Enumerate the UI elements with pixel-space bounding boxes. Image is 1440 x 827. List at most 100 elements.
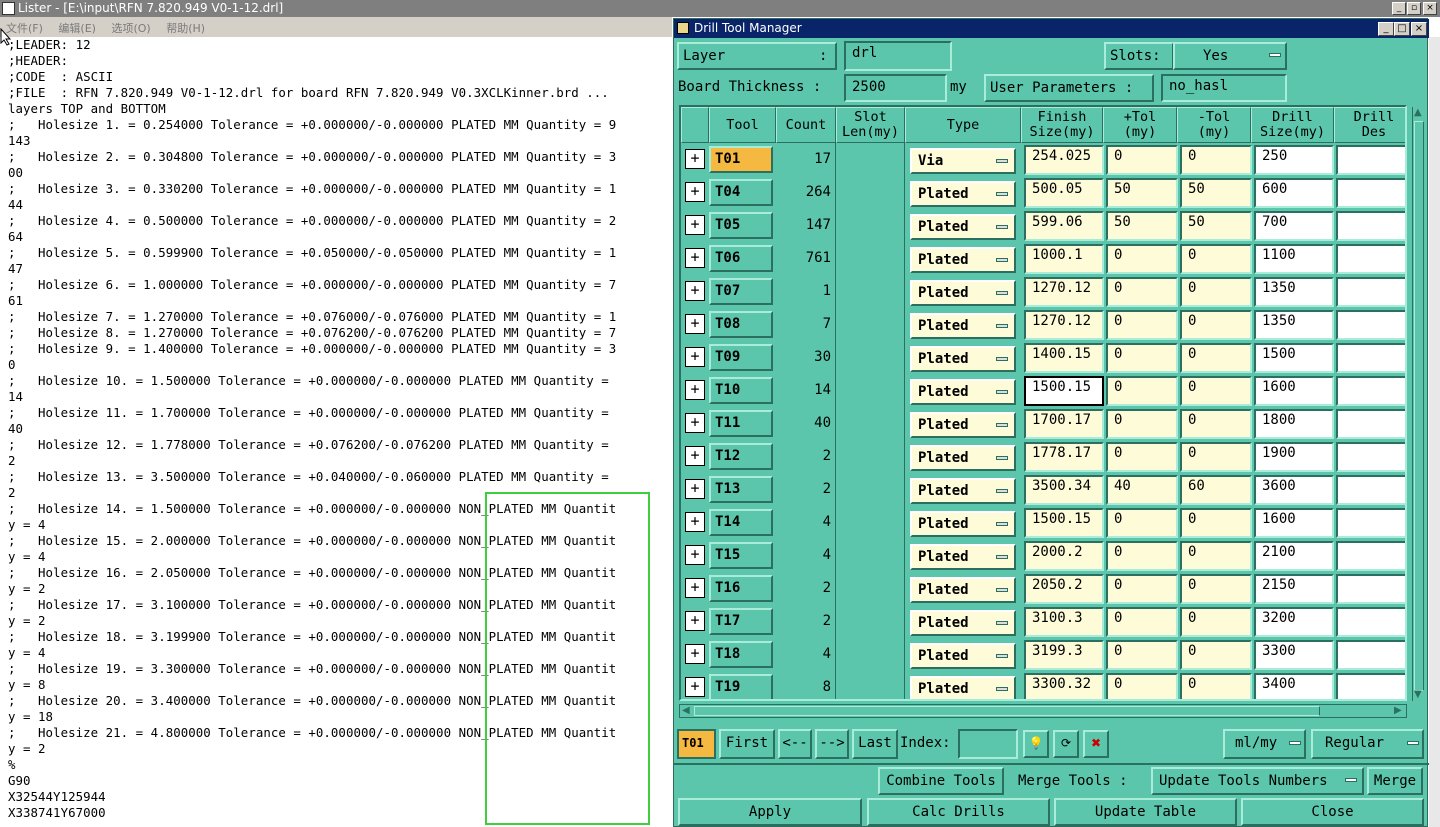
finish-size-field[interactable]: 3500.34 <box>1024 475 1104 505</box>
drill-size-field[interactable]: 1600 <box>1254 376 1334 406</box>
lister-scrollbar[interactable] <box>1429 37 1440 827</box>
tool-button[interactable]: T16 <box>709 575 773 602</box>
expand-icon[interactable]: + <box>685 578 705 598</box>
type-dropdown[interactable]: Plated <box>910 676 1016 699</box>
finish-size-field[interactable]: 2050.2 <box>1024 574 1104 604</box>
units-dropdown[interactable]: ml/my <box>1223 729 1306 759</box>
tool-button[interactable]: T06 <box>709 245 773 272</box>
minus-tol-field[interactable]: 0 <box>1180 508 1252 538</box>
type-dropdown[interactable]: Plated <box>910 313 1016 339</box>
drill-size-field[interactable]: 700 <box>1254 211 1334 241</box>
dtm-maximize-icon[interactable]: □ <box>1394 22 1410 36</box>
drill-size-field[interactable]: 3600 <box>1254 475 1334 505</box>
expand-icon[interactable]: + <box>685 479 705 499</box>
horizontal-scroll-thumb[interactable] <box>694 706 1320 716</box>
finish-size-field[interactable]: 2000.2 <box>1024 541 1104 571</box>
drill-size-field[interactable]: 1500 <box>1254 343 1334 373</box>
tool-button[interactable]: T12 <box>709 443 773 470</box>
minus-tol-field[interactable]: 0 <box>1180 442 1252 472</box>
expand-icon[interactable]: + <box>685 149 705 169</box>
finish-size-field[interactable]: 3199.3 <box>1024 640 1104 670</box>
scroll-up-icon[interactable]: ▲ <box>1414 107 1422 119</box>
plus-tol-field[interactable]: 0 <box>1106 277 1178 307</box>
type-dropdown[interactable]: Plated <box>910 346 1016 372</box>
dtm-minimize-icon[interactable]: _ <box>1378 22 1394 36</box>
plus-tol-field[interactable]: 0 <box>1106 442 1178 472</box>
minus-tol-field[interactable]: 0 <box>1180 277 1252 307</box>
plus-tol-field[interactable]: 0 <box>1106 607 1178 637</box>
layer-button[interactable]: Layer : <box>677 42 837 70</box>
tool-button[interactable]: T07 <box>709 278 773 305</box>
table-vertical-scrollbar[interactable]: ▲ ▼ <box>1412 107 1425 701</box>
expand-icon[interactable]: + <box>685 380 705 400</box>
minus-tol-field[interactable]: 0 <box>1180 343 1252 373</box>
drill-size-field[interactable]: 3300 <box>1254 640 1334 670</box>
next-button[interactable]: --> <box>815 729 849 759</box>
vertical-scroll-thumb[interactable] <box>1414 121 1424 691</box>
tool-button[interactable]: T14 <box>709 509 773 536</box>
plus-tol-field[interactable]: 0 <box>1106 244 1178 274</box>
refresh-icon[interactable]: ⟳ <box>1053 730 1079 758</box>
minus-tol-field[interactable]: 0 <box>1180 640 1252 670</box>
type-dropdown[interactable]: Plated <box>910 247 1016 273</box>
expand-icon[interactable]: + <box>685 512 705 532</box>
tool-button[interactable]: T18 <box>709 641 773 668</box>
minus-tol-field[interactable]: 0 <box>1180 145 1252 175</box>
minus-tol-field[interactable]: 0 <box>1180 310 1252 340</box>
scroll-down-icon[interactable]: ▼ <box>1414 689 1422 701</box>
expand-icon[interactable]: + <box>685 677 705 697</box>
expand-icon[interactable]: + <box>685 248 705 268</box>
plus-tol-field[interactable]: 50 <box>1106 211 1178 241</box>
expand-icon[interactable]: + <box>685 347 705 367</box>
expand-icon[interactable]: + <box>685 611 705 631</box>
delete-icon[interactable]: ✖ <box>1083 730 1109 758</box>
plus-tol-field[interactable]: 0 <box>1106 508 1178 538</box>
minus-tol-field[interactable]: 0 <box>1180 376 1252 406</box>
drill-des-field[interactable] <box>1336 475 1405 505</box>
apply-button[interactable]: Apply <box>678 798 862 826</box>
tool-button[interactable]: T08 <box>709 311 773 338</box>
expand-icon[interactable]: + <box>685 281 705 301</box>
drill-des-field[interactable] <box>1336 145 1405 175</box>
drill-des-field[interactable] <box>1336 178 1405 208</box>
tool-button[interactable]: T09 <box>709 344 773 371</box>
update-table-button[interactable]: Update Table <box>1054 798 1237 826</box>
dtm-close-icon[interactable]: × <box>1411 22 1427 36</box>
minus-tol-field[interactable]: 50 <box>1180 211 1252 241</box>
finish-size-field[interactable]: 500.05 <box>1024 178 1104 208</box>
type-dropdown[interactable]: Plated <box>910 610 1016 636</box>
scroll-right-icon[interactable]: ▶ <box>1394 705 1402 717</box>
layer-field[interactable]: drl <box>844 41 952 71</box>
plus-tol-field[interactable]: 0 <box>1106 541 1178 571</box>
type-dropdown[interactable]: Plated <box>910 379 1016 405</box>
drill-size-field[interactable]: 3200 <box>1254 607 1334 637</box>
expand-icon[interactable]: + <box>685 182 705 202</box>
minus-tol-field[interactable]: 0 <box>1180 409 1252 439</box>
drill-size-field[interactable]: 1800 <box>1254 409 1334 439</box>
drill-size-field[interactable]: 1600 <box>1254 508 1334 538</box>
plus-tol-field[interactable]: 0 <box>1106 376 1178 406</box>
thickness-field[interactable]: 2500 <box>844 74 947 102</box>
index-field[interactable] <box>958 729 1018 759</box>
plus-tol-field[interactable]: 0 <box>1106 343 1178 373</box>
minus-tol-field[interactable]: 0 <box>1180 541 1252 571</box>
type-dropdown[interactable]: Plated <box>910 478 1016 504</box>
finish-size-field[interactable]: 1500.15 <box>1024 508 1104 538</box>
finish-size-field[interactable]: 1700.17 <box>1024 409 1104 439</box>
type-dropdown[interactable]: Plated <box>910 445 1016 471</box>
drill-des-field[interactable] <box>1336 310 1405 340</box>
type-dropdown[interactable]: Plated <box>910 280 1016 306</box>
type-dropdown[interactable]: Plated <box>910 577 1016 603</box>
type-dropdown[interactable]: Via <box>910 148 1016 174</box>
prev-button[interactable]: <-- <box>778 729 812 759</box>
drill-size-field[interactable]: 250 <box>1254 145 1334 175</box>
finish-size-field[interactable]: 1270.12 <box>1024 277 1104 307</box>
drill-des-field[interactable] <box>1336 442 1405 472</box>
menu-options[interactable]: 选项(O) <box>105 17 156 36</box>
bulb-icon[interactable]: 💡 <box>1023 730 1049 758</box>
drill-size-field[interactable]: 3400 <box>1254 673 1334 699</box>
table-horizontal-scrollbar[interactable]: ◀ ▶ <box>679 704 1407 718</box>
tool-button[interactable]: T13 <box>709 476 773 503</box>
menu-help[interactable]: 帮助(H) <box>160 17 211 36</box>
slots-dropdown[interactable]: Yes <box>1173 42 1287 70</box>
